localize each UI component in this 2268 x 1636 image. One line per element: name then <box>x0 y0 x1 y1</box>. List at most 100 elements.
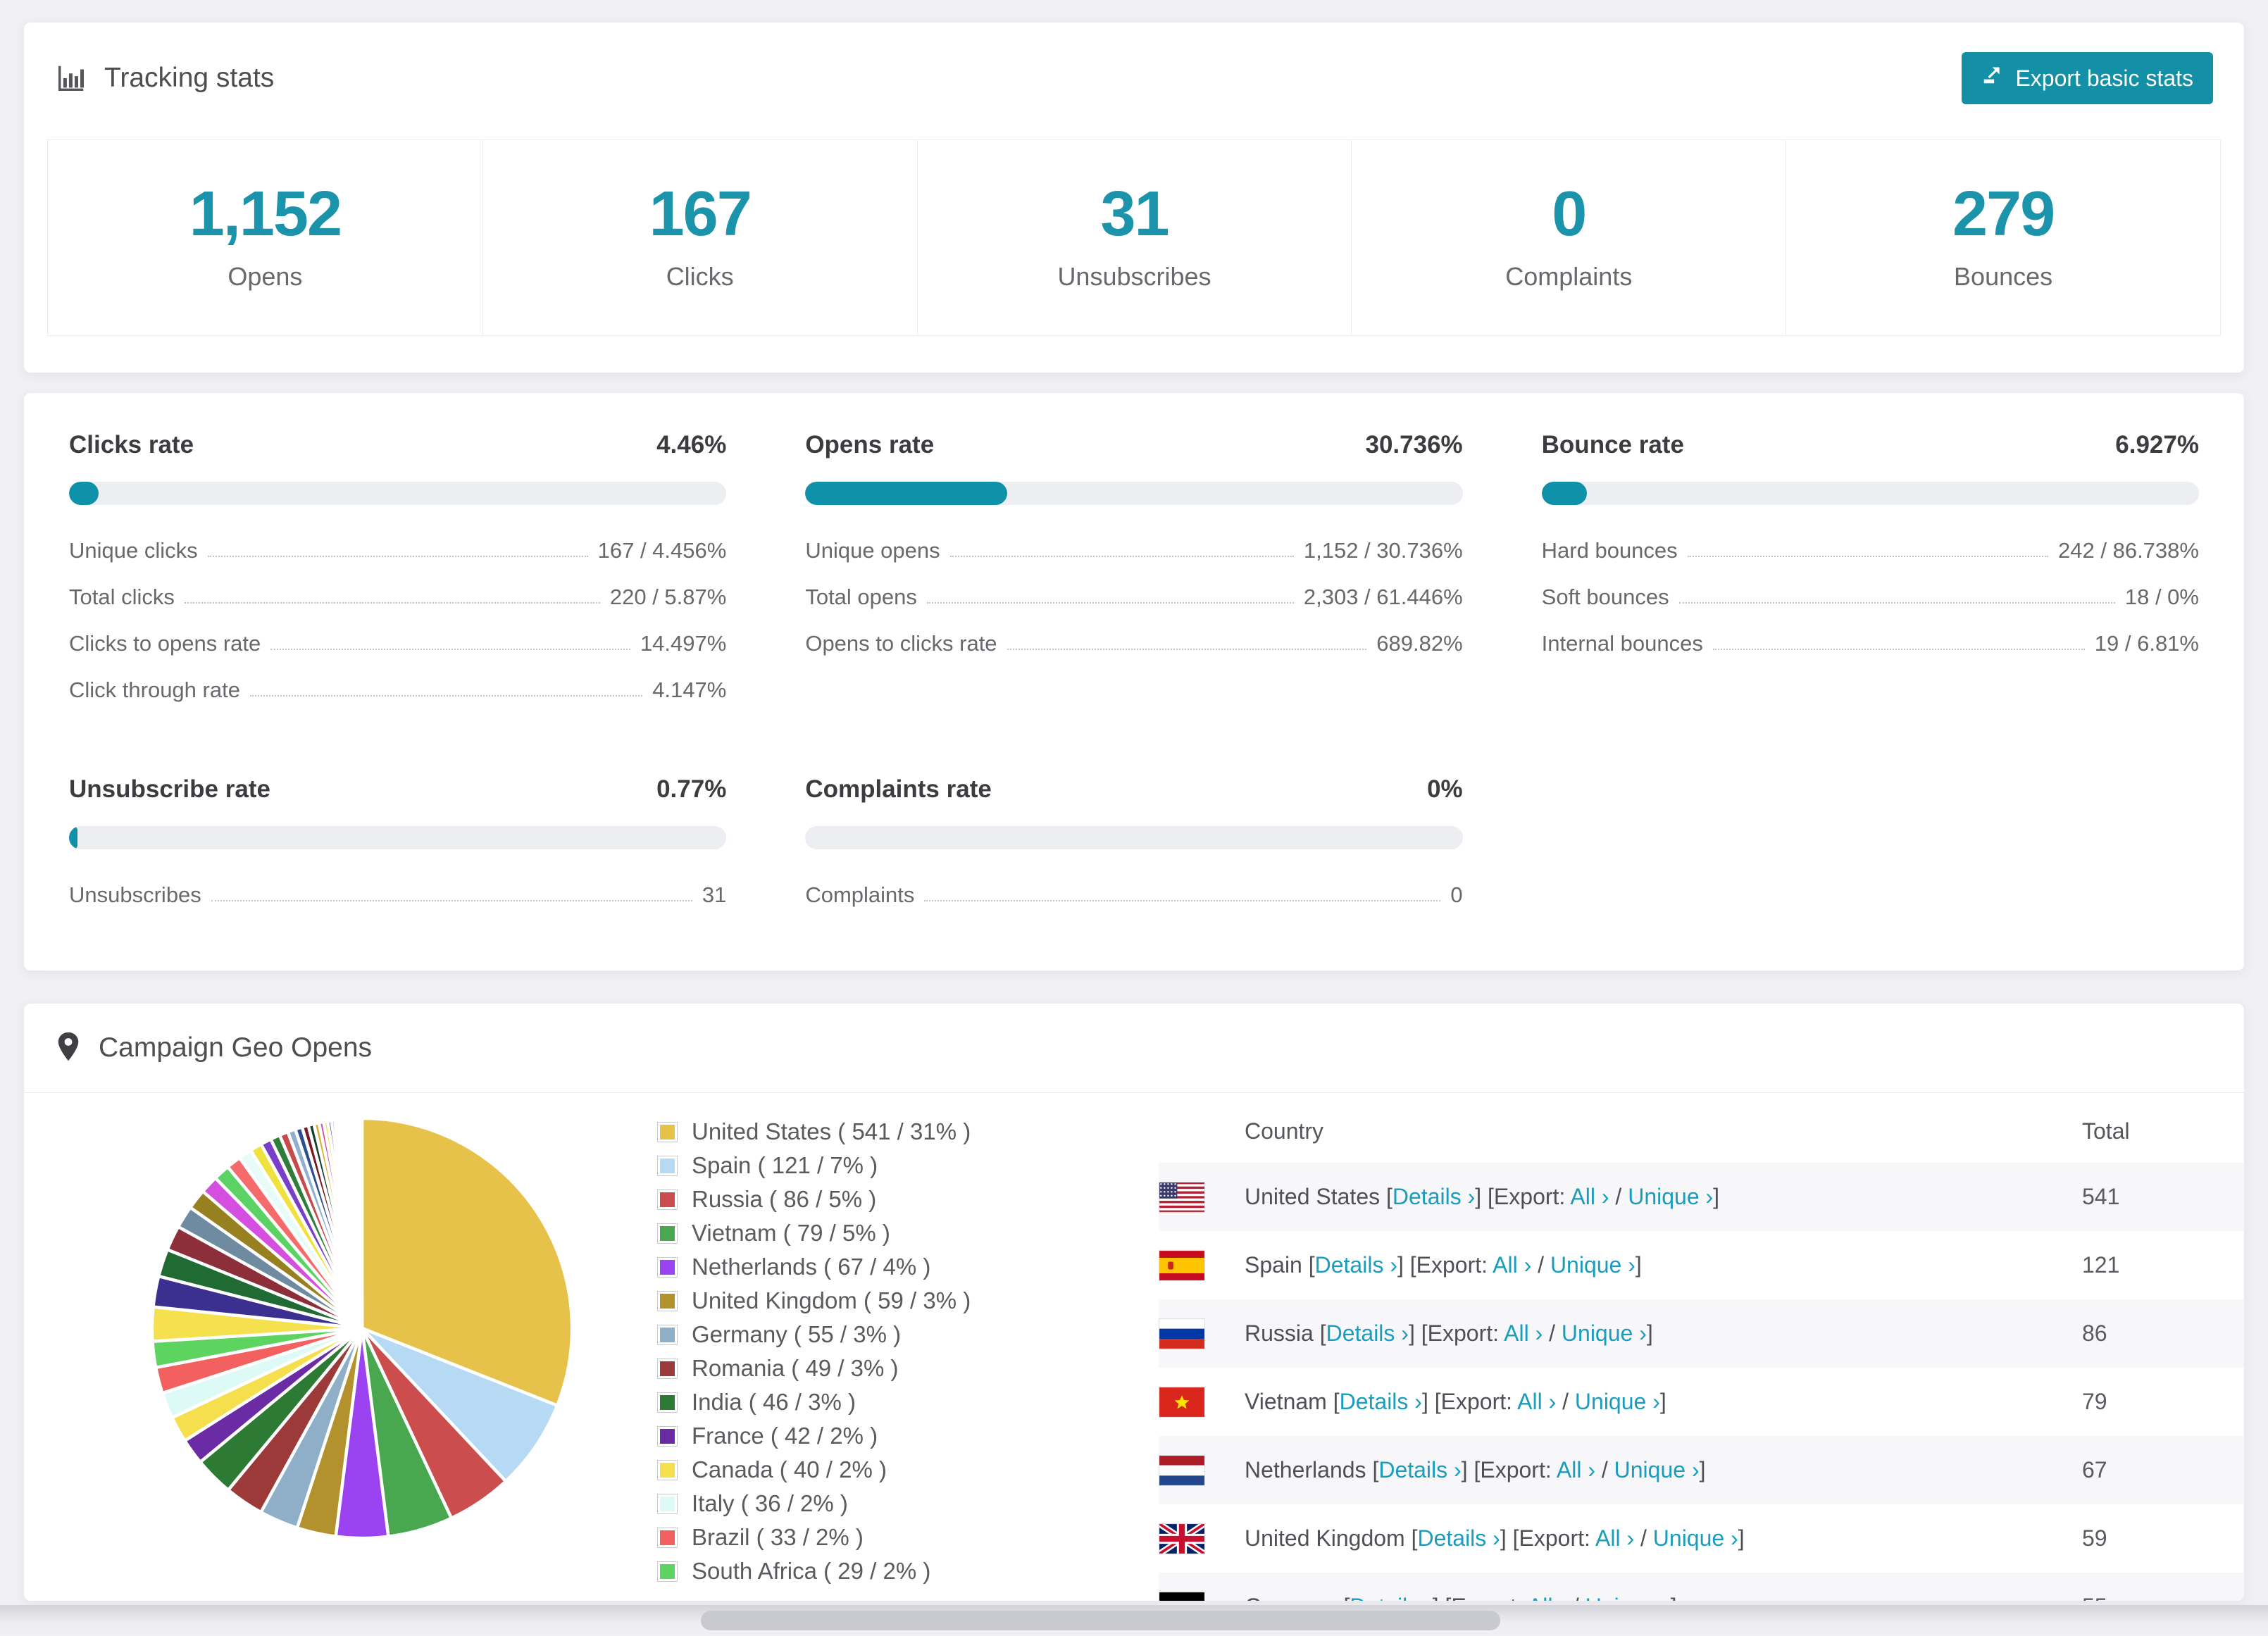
campaign-geo-opens-card: Campaign Geo Opens United States ( 541 /… <box>23 1003 2245 1601</box>
country-name: Russia <box>1245 1320 1314 1346</box>
country-name: United States <box>1245 1184 1381 1209</box>
export-all-link[interactable]: All › <box>1557 1457 1595 1482</box>
export-unique-link[interactable]: Unique › <box>1628 1184 1713 1209</box>
table-row: Germany [Details ›] [Export: All › / Uni… <box>1159 1573 2244 1601</box>
flag-gb-icon <box>1159 1523 1205 1554</box>
rate-row-value: 18 / 0% <box>2124 585 2199 609</box>
legend-label: Italy ( 36 / 2% ) <box>692 1490 848 1516</box>
map-pin-icon <box>55 1030 82 1066</box>
rate-detail-row: Total opens 2,303 / 61.446% <box>805 574 1462 620</box>
legend-label: Spain ( 121 / 7% ) <box>692 1152 878 1178</box>
legend-color-swatch <box>657 1392 678 1413</box>
rate-value: 0.77% <box>656 775 727 803</box>
stat-box: 0 Complaints <box>1351 140 1786 335</box>
rate-value: 4.46% <box>656 431 727 458</box>
details-link[interactable]: Details › <box>1315 1252 1397 1278</box>
rate-detail-rows: Hard bounces 242 / 86.738% Soft bounces … <box>1542 527 2199 667</box>
legend-item: United States ( 541 / 31% ) <box>657 1118 1159 1145</box>
legend-color-swatch <box>657 1223 678 1244</box>
details-link[interactable]: Details › <box>1378 1457 1461 1482</box>
export-all-link[interactable]: All › <box>1504 1320 1543 1346</box>
rate-row-value: 242 / 86.738% <box>2058 538 2199 563</box>
legend-item: France ( 42 / 2% ) <box>657 1423 1159 1449</box>
rate-row-value: 19 / 6.81% <box>2094 631 2199 656</box>
section-title: Campaign Geo Opens <box>99 1032 373 1063</box>
stat-box: 279 Bounces <box>1786 140 2220 335</box>
legend-color-swatch <box>657 1358 678 1379</box>
legend-item: Spain ( 121 / 7% ) <box>657 1152 1159 1179</box>
geo-country-table: Country Total United States [Details ›] … <box>1159 1099 2244 1601</box>
legend-item: India ( 46 / 3% ) <box>657 1389 1159 1416</box>
dotted-leader <box>270 649 630 650</box>
stats-grid: 1,152 Opens 167 Clicks 31 Unsubscribes 0… <box>47 139 2221 336</box>
details-link[interactable]: Details › <box>1417 1525 1500 1551</box>
rate-detail-row: Unsubscribes 31 <box>69 872 726 918</box>
rate-row-label: Unsubscribes <box>69 882 201 907</box>
tracking-stats-title: Tracking stats <box>55 62 274 94</box>
details-link[interactable]: Details › <box>1326 1320 1409 1346</box>
rates-grid: Clicks rate 4.46% Unique clicks 167 / 4.… <box>69 431 2199 918</box>
rate-detail-row: Total clicks 220 / 5.87% <box>69 574 726 620</box>
export-icon <box>1981 65 2002 92</box>
rate-value: 6.927% <box>2115 431 2199 458</box>
rate-detail-rows: Complaints 0 <box>805 872 1462 918</box>
stat-value: 31 <box>1100 179 1169 249</box>
rate-row-label: Opens to clicks rate <box>805 631 997 656</box>
stat-value: 0 <box>1552 179 1587 249</box>
country-cell: Spain [Details ›] [Export: All › / Uniqu… <box>1245 1252 1642 1278</box>
export-unique-link[interactable]: Unique › <box>1550 1252 1635 1278</box>
export-unique-link[interactable]: Unique › <box>1575 1389 1660 1414</box>
rate-detail-row: Hard bounces 242 / 86.738% <box>1542 527 2199 574</box>
legend-label: South Africa ( 29 / 2% ) <box>692 1558 931 1584</box>
country-name: Spain <box>1245 1252 1302 1278</box>
export-unique-link[interactable]: Unique › <box>1585 1594 1671 1601</box>
rate-row-label: Unique opens <box>805 538 940 563</box>
rate-row-value: 0 <box>1450 882 1463 907</box>
dotted-leader <box>211 900 692 901</box>
legend-item: Netherlands ( 67 / 4% ) <box>657 1254 1159 1280</box>
geo-pie-legend: United States ( 541 / 31% ) Spain ( 121 … <box>657 1099 1159 1601</box>
pie-chart-svg <box>150 1116 574 1540</box>
export-all-link[interactable]: All › <box>1493 1252 1531 1278</box>
export-unique-link[interactable]: Unique › <box>1614 1457 1700 1482</box>
rate-detail-row: Soft bounces 18 / 0% <box>1542 574 2199 620</box>
rate-progress-fill <box>805 482 1008 505</box>
rate-progress-track <box>1541 482 2199 505</box>
legend-color-swatch <box>657 1459 678 1480</box>
rate-detail-rows: Unique clicks 167 / 4.456% Total clicks … <box>69 527 726 713</box>
export-unique-link[interactable]: Unique › <box>1562 1320 1647 1346</box>
legend-item: Russia ( 86 / 5% ) <box>657 1186 1159 1213</box>
dotted-leader <box>184 602 600 604</box>
legend-label: France ( 42 / 2% ) <box>692 1423 878 1449</box>
details-link[interactable]: Details › <box>1350 1594 1432 1601</box>
dotted-leader <box>1687 556 2049 557</box>
flag-ru-icon <box>1159 1318 1205 1349</box>
rate-row-label: Clicks to opens rate <box>69 631 261 656</box>
country-cell: Germany [Details ›] [Export: All › / Uni… <box>1245 1594 2082 1601</box>
export-all-link[interactable]: All › <box>1528 1594 1566 1601</box>
export-basic-stats-button[interactable]: Export basic stats <box>1962 52 2213 104</box>
details-link[interactable]: Details › <box>1392 1184 1475 1209</box>
rate-row-value: 689.82% <box>1376 631 1463 656</box>
flag-de-icon <box>1159 1591 1205 1601</box>
rate-detail-row: Click through rate 4.147% <box>69 667 726 713</box>
rate-detail-rows: Unsubscribes 31 <box>69 872 726 918</box>
details-link[interactable]: Details › <box>1340 1389 1422 1414</box>
rate-detail-rows: Unique opens 1,152 / 30.736% Total opens… <box>805 527 1462 667</box>
dotted-leader <box>1007 649 1367 650</box>
export-all-link[interactable]: All › <box>1517 1389 1556 1414</box>
rate-row-label: Soft bounces <box>1541 585 1669 609</box>
total-cell: 59 <box>2082 1525 2107 1551</box>
legend-item: Canada ( 40 / 2% ) <box>657 1456 1159 1483</box>
export-all-link[interactable]: All › <box>1595 1525 1634 1551</box>
table-row: Spain [Details ›] [Export: All › / Uniqu… <box>1159 1231 2244 1299</box>
legend-label: Canada ( 40 / 2% ) <box>692 1456 887 1482</box>
legend-item: United Kingdom ( 59 / 3% ) <box>657 1287 1159 1314</box>
export-unique-link[interactable]: Unique › <box>1653 1525 1738 1551</box>
legend-color-swatch <box>657 1527 678 1548</box>
export-all-link[interactable]: All › <box>1570 1184 1609 1209</box>
horizontal-scrollbar-thumb[interactable] <box>701 1611 1500 1630</box>
geo-opens-header: Campaign Geo Opens <box>24 1004 2244 1093</box>
horizontal-scrollbar-track[interactable] <box>0 1605 2268 1636</box>
flag-nl-icon <box>1159 1454 1205 1486</box>
